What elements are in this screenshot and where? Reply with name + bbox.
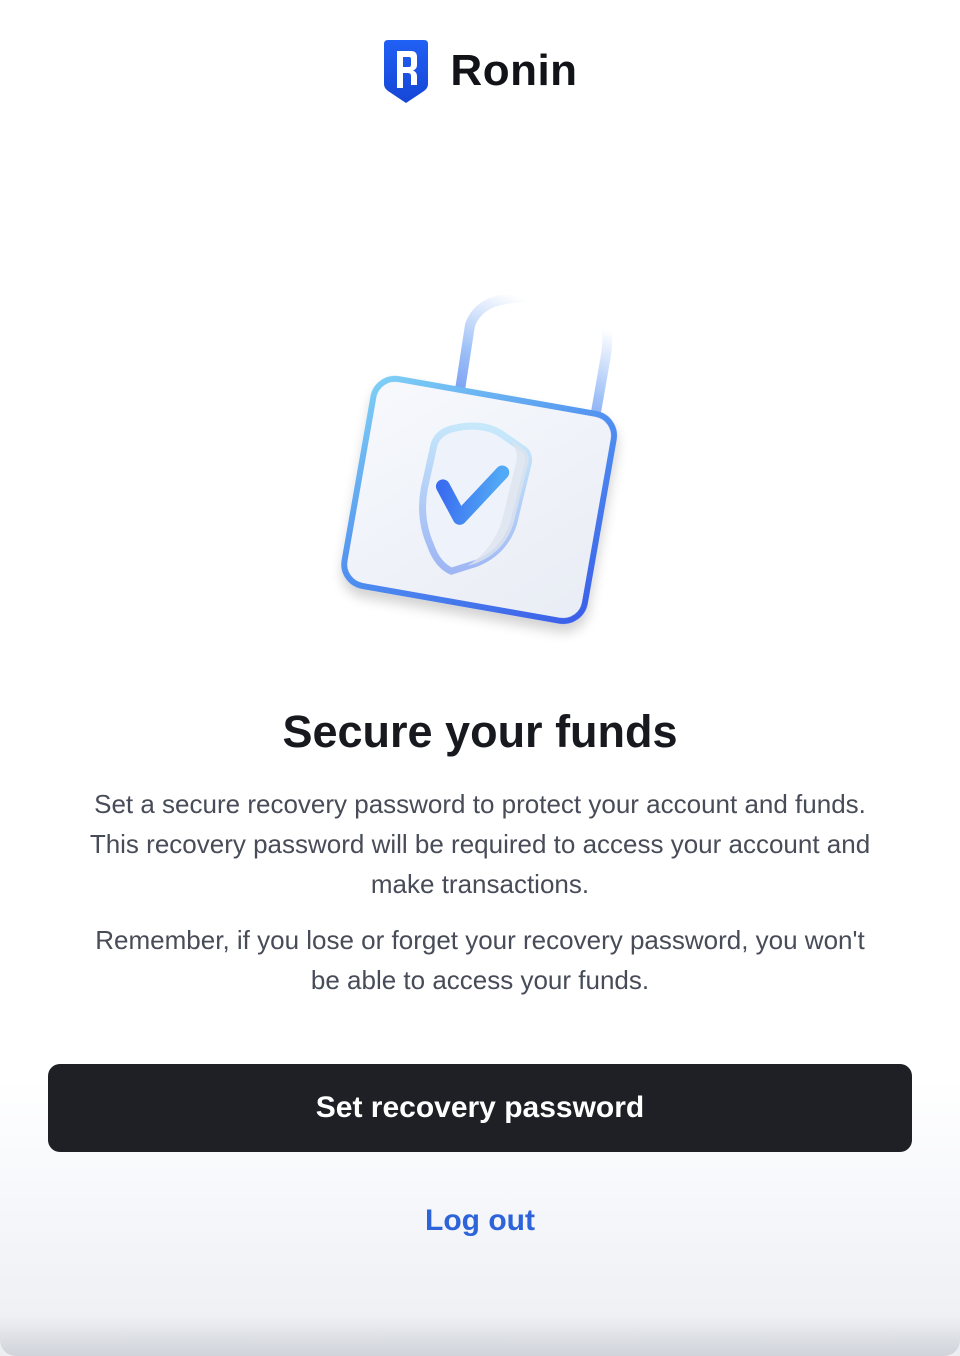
ronin-shield-icon <box>384 40 429 103</box>
log-out-button[interactable]: Log out <box>330 1196 630 1246</box>
brand-header: Ronin <box>0 38 960 104</box>
app-window: Ronin Secure your funds Set a secure rec… <box>0 0 960 1356</box>
warning-paragraph: Remember, if you lose or forget your rec… <box>95 925 865 995</box>
page-title: Secure your funds <box>282 706 678 757</box>
description-paragraph: Set a secure recovery password to protec… <box>89 789 871 899</box>
brand-name: Ronin <box>450 46 578 95</box>
set-recovery-password-button[interactable]: Set recovery password <box>48 1064 912 1152</box>
padlock-shield-check-icon <box>341 291 618 625</box>
